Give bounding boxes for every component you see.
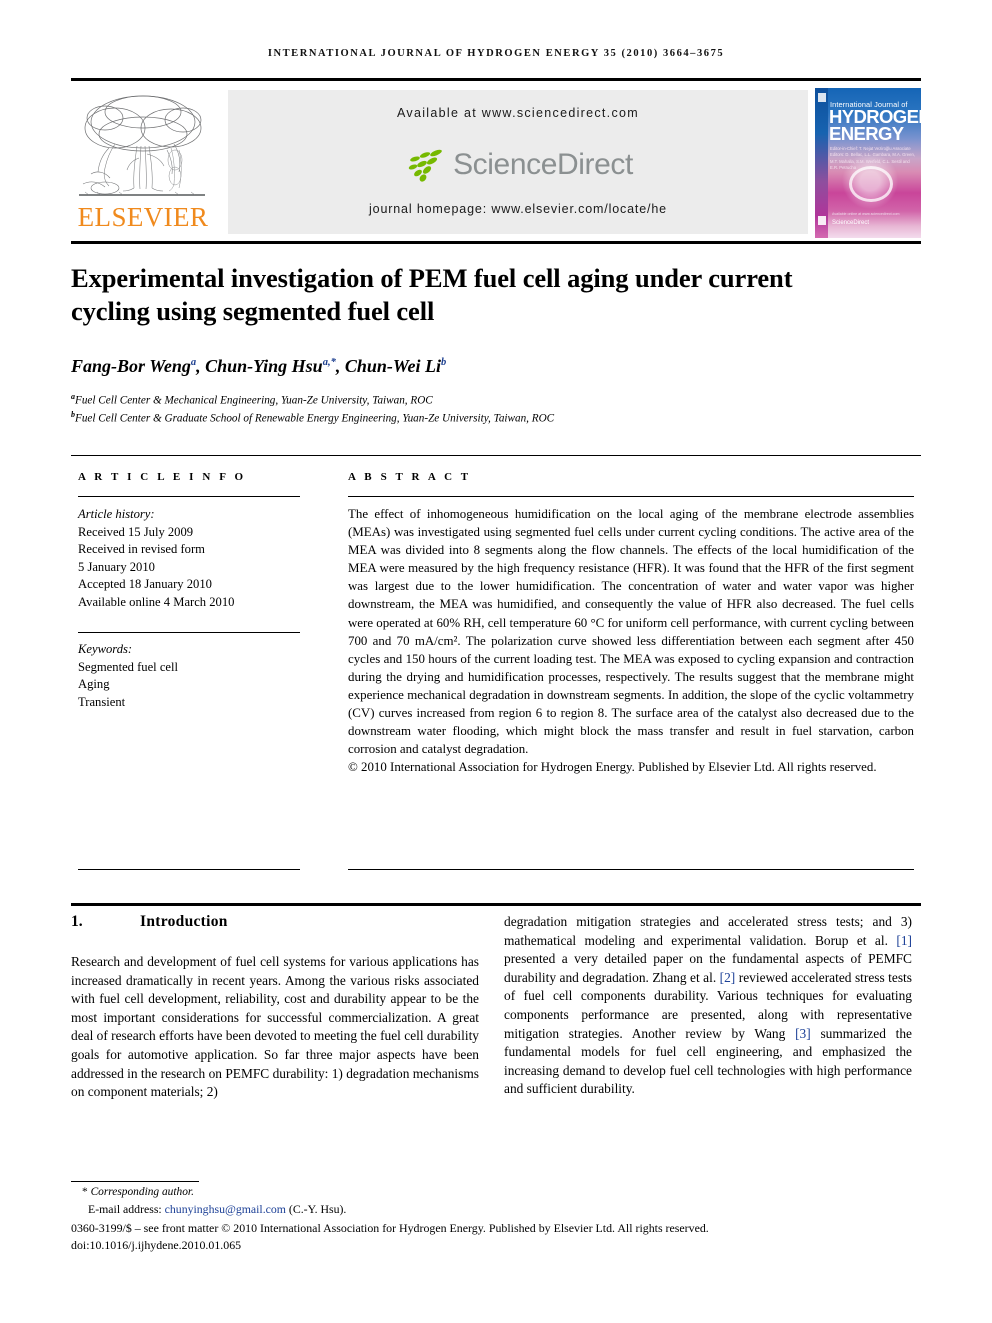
cover-spine-iahe-icon — [817, 216, 826, 225]
article-info-heading: A R T I C L E I N F O — [78, 471, 247, 483]
doi-line: doi:10.1016/j.ijhydene.2010.01.065 — [71, 1238, 242, 1252]
author-affil-mark: b — [441, 357, 447, 368]
email-note: E-mail address: chunyinghsu@gmail.com (C… — [88, 1202, 346, 1217]
masthead-bottom-rule — [71, 241, 921, 244]
cover-sciencedirect-tagline: Available online at www.sciencedirect.co… — [832, 212, 900, 216]
body-column-left: Research and development of fuel cell sy… — [71, 954, 479, 1100]
keyword-item: Transient — [78, 694, 126, 709]
header-rule — [71, 78, 921, 81]
article-history: Article history: Received 15 July 2009 R… — [78, 506, 308, 612]
sciencedirect-logo: ScienceDirect — [228, 142, 808, 188]
cover-ring-graphic — [849, 166, 893, 202]
affiliation-text: Fuel Cell Center & Mechanical Engineerin… — [75, 394, 433, 407]
reference-link-1[interactable]: [1] — [896, 933, 912, 948]
reference-link-3[interactable]: [3] — [795, 1026, 811, 1041]
journal-article-page: INTERNATIONAL JOURNAL OF HYDROGEN ENERGY… — [0, 0, 992, 1323]
section-number: 1. — [71, 913, 83, 930]
keyword-item: Segmented fuel cell — [78, 659, 179, 674]
author-name: Chun-Wei Li — [344, 356, 441, 376]
footnote-rule — [71, 1181, 199, 1183]
page-title: Experimental investigation of PEM fuel c… — [71, 263, 793, 326]
article-history-item: 5 January 2010 — [78, 559, 155, 574]
affiliation-text: Fuel Cell Center & Graduate School of Re… — [75, 412, 555, 425]
cover-title-line2: ENERGY — [829, 123, 904, 144]
journal-cover-thumbnail: International Journal of HYDROGEN ENERGY… — [815, 88, 921, 238]
sciencedirect-leaf-icon — [408, 149, 442, 182]
corresponding-star: * — [82, 1186, 88, 1198]
keywords-block: Keywords: Segmented fuel cell Aging Tran… — [78, 641, 308, 711]
author-list: Fang-Bor Wenga, Chun-Ying Hsua,*, Chun-W… — [71, 356, 447, 376]
article-history-item: Received in revised form — [78, 542, 205, 557]
info-bottom-rule — [78, 869, 300, 871]
affiliation: aFuel Cell Center & Mechanical Engineeri… — [71, 392, 871, 407]
keyword-item: Aging — [78, 677, 110, 692]
section-title: Introduction — [140, 913, 228, 930]
body-column-right: degradation mitigation strategies and ac… — [504, 913, 912, 1099]
author-affil-mark: a,* — [322, 357, 336, 368]
keywords-label: Keywords: — [78, 642, 133, 656]
article-history-item: Available online 4 March 2010 — [78, 594, 235, 609]
body-top-rule — [71, 903, 921, 906]
corresponding-author-note: * Corresponding author. — [82, 1186, 194, 1198]
author-name: Fang-Bor Weng — [71, 356, 191, 376]
corresponding-text: Corresponding author. — [90, 1186, 194, 1198]
cover-spine-logo-icon — [817, 93, 826, 102]
running-head: INTERNATIONAL JOURNAL OF HYDROGEN ENERGY… — [267, 48, 725, 59]
email-link[interactable]: chunyinghsu@gmail.com — [165, 1202, 286, 1216]
info-top-rule — [71, 455, 921, 457]
article-history-item: Received 15 July 2009 — [78, 524, 194, 539]
abstract-block: The effect of inhomogeneous humidificati… — [348, 505, 914, 776]
abstract-text: The effect of inhomogeneous humidificati… — [348, 507, 914, 757]
elsevier-logo: ELSEVIER — [71, 88, 215, 238]
elsevier-tree-icon — [79, 95, 205, 196]
masthead: ELSEVIER Available at www.sciencedirect.… — [71, 86, 921, 238]
abstract-bottom-rule — [348, 869, 914, 871]
reference-link-2[interactable]: [2] — [720, 970, 736, 985]
abstract-heading: A B S T R A C T — [348, 471, 472, 483]
issn-copyright-line: 0360-3199/$ – see front matter © 2010 In… — [71, 1221, 709, 1235]
body-text: degradation mitigation strategies and ac… — [504, 914, 912, 948]
info-middle-rule — [78, 632, 300, 634]
sciencedirect-banner: Available at www.sciencedirect.com Scien… — [228, 90, 808, 234]
elsevier-wordmark: ELSEVIER — [77, 202, 209, 232]
available-at-text: Available at www.sciencedirect.com — [397, 106, 639, 120]
email-suffix: (C.-Y. Hsu). — [285, 1202, 347, 1216]
abstract-heading-rule — [348, 496, 914, 498]
author-affil-mark: a — [190, 357, 197, 368]
article-history-item: Accepted 18 January 2010 — [78, 577, 212, 592]
journal-homepage-text: journal homepage: www.elsevier.com/locat… — [369, 202, 667, 216]
author-name: Chun-Ying Hsu — [205, 356, 323, 376]
affiliation: bFuel Cell Center & Graduate School of R… — [71, 410, 871, 425]
cover-sciencedirect-label: ScienceDirect — [832, 220, 870, 226]
info-heading-rule — [78, 496, 300, 498]
email-label: E-mail address: — [88, 1202, 165, 1216]
article-history-label: Article history: — [78, 507, 155, 521]
abstract-copyright: © 2010 International Association for Hyd… — [348, 760, 877, 775]
sciencedirect-wordmark: ScienceDirect — [453, 148, 633, 181]
